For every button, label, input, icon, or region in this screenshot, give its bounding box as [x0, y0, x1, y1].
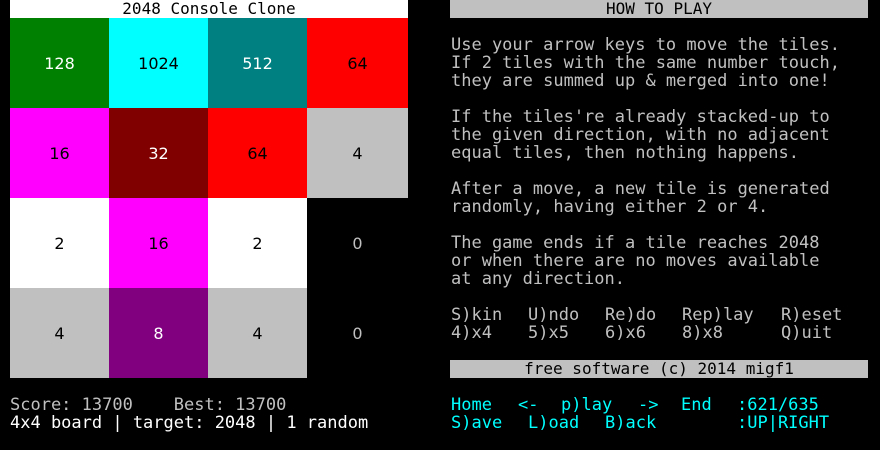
board-tile: 16: [10, 108, 109, 198]
board-tile: 4: [208, 288, 307, 378]
how-to-play-text: Use your arrow keys to move the tiles. I…: [451, 36, 876, 306]
board-6x6-command[interactable]: 6)x6: [605, 324, 682, 342]
board-8x8-command[interactable]: 8)x8: [682, 324, 781, 342]
reset-command[interactable]: R)eset: [781, 306, 842, 324]
board-4x4-command[interactable]: 4)x4: [451, 324, 528, 342]
save-command[interactable]: S)ave: [451, 414, 502, 432]
undo-command[interactable]: U)ndo: [528, 306, 605, 324]
key-commands: S)kin U)ndo Re)do Rep)lay R)eset 4)x4 5)…: [451, 306, 842, 342]
board-tile: 4: [307, 108, 408, 198]
board-tile: 64: [307, 18, 408, 108]
game-board[interactable]: 128 1024 512 64 16 32 64 4 2 16 2 0 4 8 4 0: [10, 18, 408, 378]
redo-command[interactable]: Re)do: [605, 306, 682, 324]
howto-paragraph-move: Use your arrow keys to move the tiles. I…: [451, 35, 840, 91]
score-line: Score: 13700 Best: 13700: [10, 395, 287, 415]
board-tile: 512: [208, 18, 307, 108]
board-tile: 64: [208, 108, 307, 198]
replay-command[interactable]: Rep)lay: [682, 306, 781, 324]
board-tile: 16: [109, 198, 208, 288]
board-tile: 0: [307, 198, 408, 288]
back-command[interactable]: B)ack: [605, 414, 656, 432]
load-command[interactable]: L)oad: [528, 414, 579, 432]
quit-command[interactable]: Q)uit: [781, 324, 832, 342]
board-info-line: 4x4 board | target: 2048 | 1 random: [10, 413, 369, 433]
home-command[interactable]: Home: [451, 396, 492, 414]
board-5x5-command[interactable]: 5)x5: [528, 324, 605, 342]
board-tile: 2: [10, 198, 109, 288]
step-forward-command[interactable]: ->: [638, 396, 658, 414]
skin-command[interactable]: S)kin: [451, 306, 528, 324]
play-command[interactable]: p)lay: [561, 396, 612, 414]
board-tile: 1024: [109, 18, 208, 108]
copyright-footer: free software (c) 2014 migf1: [450, 360, 868, 378]
how-to-play-header: HOW TO PLAY: [450, 0, 868, 18]
howto-paragraph-game-end: The game ends if a tile reaches 2048 or …: [451, 233, 820, 289]
board-tile: 128: [10, 18, 109, 108]
howto-paragraph-new-tile: After a move, a new tile is generated ra…: [451, 179, 830, 217]
game-title: 2048 Console Clone: [10, 0, 408, 18]
howto-paragraph-stacked: If the tiles're already stacked-up to th…: [451, 107, 830, 163]
move-counter: :621/635: [737, 395, 819, 415]
board-tile: 4: [10, 288, 109, 378]
step-back-command[interactable]: <-: [518, 396, 538, 414]
board-tile: 8: [109, 288, 208, 378]
end-command[interactable]: End: [681, 396, 712, 414]
board-tile: 32: [109, 108, 208, 198]
last-moves: :UP|RIGHT: [737, 413, 830, 433]
board-tile: 0: [307, 288, 408, 378]
board-tile: 2: [208, 198, 307, 288]
